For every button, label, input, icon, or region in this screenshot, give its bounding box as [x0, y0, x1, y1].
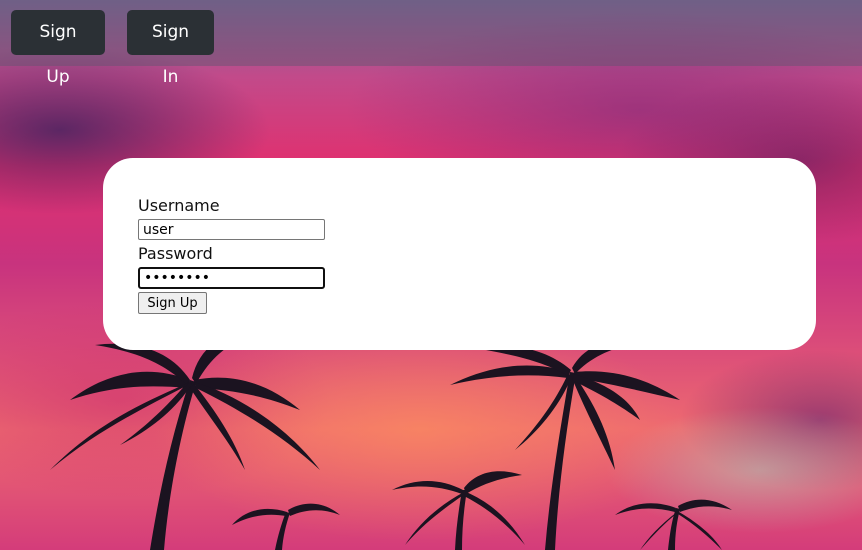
page: Sign Up Sign In Username Password Sign U…	[0, 0, 862, 550]
password-input[interactable]	[138, 267, 325, 289]
password-label: Password	[138, 244, 213, 263]
username-label: Username	[138, 196, 220, 215]
nav-sign-in-button[interactable]: Sign In	[127, 10, 214, 87]
top-navbar: Sign Up Sign In	[0, 0, 862, 87]
signup-form-card: Username Password Sign Up	[103, 158, 816, 350]
nav-sign-up-button[interactable]: Sign Up	[11, 10, 105, 87]
sign-up-submit-button[interactable]: Sign Up	[138, 292, 207, 314]
username-input[interactable]	[138, 219, 325, 240]
